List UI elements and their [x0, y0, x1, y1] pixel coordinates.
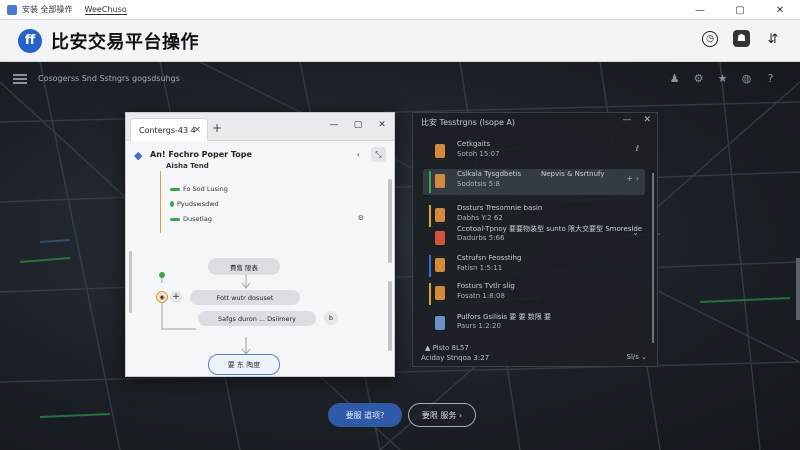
tab-close-icon[interactable]: ×	[193, 125, 201, 135]
item-action[interactable]: ℓ	[636, 144, 639, 153]
item-title: Ccotoal-Tpnoy 要要物装型 sunto 限大交要型 Smoresld…	[457, 225, 643, 233]
panel-title: 比安 Tesstrgns (lsope A)	[421, 118, 516, 127]
user-icon[interactable]: ♟	[667, 71, 682, 86]
flow-node-bottom[interactable]: 要 东 陶度	[208, 354, 280, 375]
item-title: Dssturs Tresomnie basin	[457, 204, 543, 212]
window-body: ◆ An! Fochro Poper Tope Aisha Tend ‹ ⤡ F…	[126, 141, 394, 377]
page-scrollbar[interactable]	[796, 258, 800, 320]
panel-footer-time: Aciday Stnqoa 3:27	[421, 354, 490, 362]
panel-footer-dropdown[interactable]: Sl/s ⌄	[627, 353, 647, 361]
item-subtitle: Dadurbs 5:66	[457, 234, 505, 242]
maximize-button[interactable]: ▢	[720, 0, 760, 20]
network-background	[0, 62, 800, 450]
panel-minimize-button[interactable]: —	[622, 115, 631, 125]
window-minimize-button[interactable]: —	[322, 113, 346, 137]
close-button[interactable]: ✕	[760, 0, 800, 20]
item-title: Fosturs Tvtlr slig	[457, 282, 515, 290]
add-node-button[interactable]: +	[170, 291, 182, 303]
item-subtitle: Sotoh 15:07	[457, 150, 500, 158]
left-scrollbar[interactable]	[129, 251, 132, 313]
item-subtitle: Paurs 1:2:20	[457, 322, 501, 330]
flow-node-badge[interactable]: b	[324, 311, 338, 325]
os-title-bar: 安装 全部操作 WeeChuso — ▢ ✕	[0, 0, 800, 20]
item-icon	[435, 208, 445, 222]
app-logo: ff	[18, 28, 42, 53]
bot-icon[interactable]: ☗	[733, 30, 750, 47]
window-tab-label: Contergs-43 4	[139, 125, 196, 135]
panel-footer-status: ▲ Pisto 8L57	[425, 344, 469, 352]
window-maximize-button[interactable]: ▢	[346, 113, 370, 137]
item-icon	[435, 316, 445, 330]
item-accent-bar	[429, 283, 431, 305]
window-close-button[interactable]: ✕	[370, 113, 394, 137]
list-item[interactable]: Ccotoal-Tpnoy 要要物装型 sunto 限大交要型 Smoresld…	[423, 223, 645, 249]
panel-close-button[interactable]: ✕	[643, 115, 651, 125]
list-item[interactable]: Cetkgaits Sotoh 15:07 ℓ	[423, 139, 645, 165]
transactions-panel: 比安 Tesstrgns (lsope A) — ✕ Cetkgaits Sot…	[412, 112, 658, 367]
item-action[interactable]: ⌄	[632, 228, 639, 237]
list-item[interactable]: Cslkala Tysgdbetis Sodotsis 5:8 Nepvis &…	[423, 169, 645, 195]
item-tag: Nepvis & Nsrtnufy	[541, 170, 605, 178]
item-subtitle: Fatisn 1:5:11	[457, 264, 503, 272]
primary-action-button[interactable]: 要服 道项?	[328, 403, 402, 427]
item-icon	[435, 258, 445, 272]
star-icon[interactable]: ★	[715, 71, 730, 86]
app-icon	[7, 4, 17, 15]
list-item[interactable]: Cstrufsn Feosstihg Fatisn 1:5:11	[423, 253, 645, 279]
flow-start-badge: ◉	[156, 291, 168, 303]
workflow-window: Contergs-43 4 × + — ▢ ✕ ◆ An! Fochro Pop…	[125, 112, 395, 377]
breadcrumb: Cosogerss Snd Sstngrs gogsdsuhgs	[38, 74, 180, 83]
list-item[interactable]: Fosturs Tvtlr slig Fosatn 1:8:08	[423, 281, 645, 307]
window-tab-bar: Contergs-43 4 × + — ▢ ✕	[126, 113, 394, 141]
item-title: Pulfors Gsilisis 要 要 数限 要	[457, 313, 552, 321]
expand-icon[interactable]: ⇵	[762, 28, 784, 50]
item-icon	[435, 174, 445, 188]
item-accent-bar	[429, 255, 431, 277]
question-icon[interactable]: ?	[763, 71, 778, 86]
flow-node-mid[interactable]: Fott wutr dosuset	[190, 290, 300, 305]
os-app-name: 安装 全部操作	[22, 5, 73, 14]
menu-icon[interactable]	[13, 74, 27, 84]
window-tab[interactable]: Contergs-43 4 ×	[130, 118, 208, 141]
item-accent-bar	[429, 171, 431, 193]
app-header: ff 比安交易平台操作 ◷ ☗ ⇵	[0, 20, 800, 62]
item-subtitle: Dabhs Y:2 62	[457, 214, 503, 222]
flow-node-low[interactable]: Safgs duron ... Dsiimery	[198, 311, 316, 326]
item-icon	[435, 286, 445, 300]
new-tab-button[interactable]: +	[212, 121, 222, 135]
list-item[interactable]: Pulfors Gsilisis 要 要 数限 要 Paurs 1:2:20	[423, 311, 645, 337]
clock-icon[interactable]: ◷	[702, 31, 718, 47]
item-title: Cstrufsn Feosstihg	[457, 254, 522, 262]
item-icon	[435, 231, 445, 245]
os-tab-label[interactable]: WeeChuso	[84, 5, 127, 15]
page-title: 比安交易平台操作	[51, 31, 199, 53]
secondary-action-button[interactable]: 要限 服务 ›	[408, 403, 476, 427]
scrollbar-thumb[interactable]	[388, 179, 392, 263]
item-subtitle: Fosatn 1:8:08	[457, 292, 505, 300]
item-action[interactable]: + ›	[627, 174, 639, 183]
settings-icon[interactable]: ⚙	[691, 71, 706, 86]
item-title: Cetkgaits	[457, 140, 491, 148]
globe-icon[interactable]: ◍	[739, 71, 754, 86]
minimize-button[interactable]: —	[680, 0, 720, 20]
item-icon	[435, 144, 445, 158]
scrollbar-thumb-lower[interactable]	[388, 281, 392, 351]
background-scene	[0, 62, 800, 450]
panel-scrollbar[interactable]	[652, 173, 654, 343]
flow-node-top[interactable]: 費售 限表	[208, 258, 280, 275]
item-subtitle: Sodotsis 5:8	[457, 180, 500, 188]
item-title: Cslkala Tysgdbetis	[457, 170, 522, 178]
